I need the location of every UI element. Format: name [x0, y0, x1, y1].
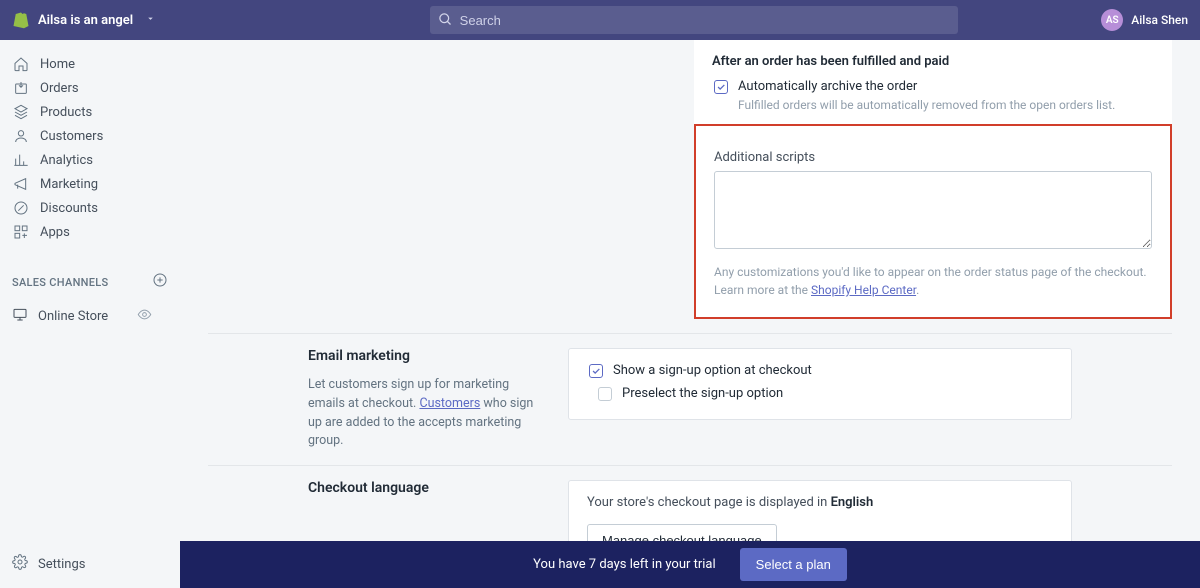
trial-footer: You have 7 days left in your trial Selec…: [180, 541, 1200, 588]
apps-icon: [12, 223, 30, 241]
global-search: [430, 6, 958, 34]
sidebar-item-label: Analytics: [40, 153, 93, 168]
settings-label: Settings: [38, 557, 85, 572]
order-fulfillment-card: After an order has been fulfilled and pa…: [694, 40, 1172, 124]
checkout-language-title: Checkout language: [308, 480, 548, 496]
discounts-icon: [12, 199, 30, 217]
eye-icon[interactable]: [137, 307, 152, 326]
channel-label: Online Store: [38, 309, 108, 324]
additional-scripts-label: Additional scripts: [714, 150, 1152, 165]
preselect-signup-checkbox[interactable]: [598, 387, 612, 401]
email-marketing-title: Email marketing: [308, 348, 548, 364]
sidebar-item-customers[interactable]: Customers: [0, 124, 180, 148]
shopify-logo-icon: [12, 11, 30, 29]
sidebar-item-discounts[interactable]: Discounts: [0, 196, 180, 220]
orders-icon: [12, 79, 30, 97]
sidebar-item-label: Marketing: [40, 177, 98, 192]
additional-scripts-card: Additional scripts Any customizations yo…: [694, 124, 1172, 319]
select-plan-button[interactable]: Select a plan: [740, 548, 847, 581]
marketing-icon: [12, 175, 30, 193]
archive-order-label: Automatically archive the order: [738, 79, 917, 94]
customers-link[interactable]: Customers: [419, 396, 480, 411]
analytics-icon: [12, 151, 30, 169]
sidebar-item-settings[interactable]: Settings: [0, 548, 97, 580]
topbar: Ailsa is an angel AS Ailsa Shen: [0, 0, 1200, 40]
preselect-signup-label: Preselect the sign-up option: [622, 386, 783, 401]
email-marketing-card: Show a sign-up option at checkout Presel…: [568, 348, 1072, 420]
chevron-down-icon: [145, 13, 156, 28]
sidebar-item-label: Orders: [40, 81, 79, 96]
email-marketing-desc: Let customers sign up for marketing emai…: [308, 376, 548, 451]
checkout-language-card: Your store's checkout page is displayed …: [568, 480, 1072, 541]
gear-icon: [12, 554, 28, 574]
additional-scripts-hint: Any customizations you'd like to appear …: [714, 263, 1152, 299]
checkout-language-text: Your store's checkout page is displayed …: [587, 495, 1053, 510]
sales-channels-header: SALES CHANNELS: [0, 264, 180, 300]
sidebar-item-label: Products: [40, 105, 92, 120]
home-icon: [12, 55, 30, 73]
archive-order-checkbox[interactable]: [714, 80, 728, 94]
main-content: After an order has been fulfilled and pa…: [180, 40, 1200, 541]
show-signup-label: Show a sign-up option at checkout: [613, 363, 812, 378]
sidebar-item-products[interactable]: Products: [0, 100, 180, 124]
sidebar-item-analytics[interactable]: Analytics: [0, 148, 180, 172]
store-switcher[interactable]: Ailsa is an angel: [12, 11, 156, 29]
sidebar-item-marketing[interactable]: Marketing: [0, 172, 180, 196]
sales-channels-label: SALES CHANNELS: [12, 276, 109, 289]
search-icon: [438, 12, 453, 31]
store-name: Ailsa is an angel: [38, 13, 133, 28]
products-icon: [12, 103, 30, 121]
sidebar-item-home[interactable]: Home: [0, 52, 180, 76]
additional-scripts-textarea[interactable]: [714, 171, 1152, 249]
avatar: AS: [1101, 9, 1123, 31]
show-signup-checkbox[interactable]: [589, 364, 603, 378]
manage-checkout-language-button[interactable]: Manage checkout language: [587, 524, 777, 541]
sidebar: Home Orders Products Customers Analytics…: [0, 40, 180, 588]
user-name: Ailsa Shen: [1131, 13, 1188, 27]
customers-icon: [12, 127, 30, 145]
plus-icon[interactable]: [152, 272, 168, 292]
online-store-icon: [12, 306, 28, 326]
sidebar-item-apps[interactable]: Apps: [0, 220, 180, 244]
user-menu[interactable]: AS Ailsa Shen: [1101, 9, 1188, 31]
trial-text: You have 7 days left in your trial: [533, 557, 716, 572]
sidebar-item-label: Home: [40, 57, 75, 72]
search-input[interactable]: [430, 6, 958, 34]
sidebar-item-label: Apps: [40, 225, 70, 240]
channel-online-store[interactable]: Online Store: [0, 300, 180, 332]
sidebar-item-orders[interactable]: Orders: [0, 76, 180, 100]
order-fulfillment-title: After an order has been fulfilled and pa…: [712, 54, 1154, 69]
help-center-link[interactable]: Shopify Help Center: [811, 283, 916, 297]
sidebar-item-label: Customers: [40, 129, 103, 144]
sidebar-item-label: Discounts: [40, 201, 98, 216]
archive-order-helper: Fulfilled orders will be automatically r…: [738, 98, 1154, 112]
